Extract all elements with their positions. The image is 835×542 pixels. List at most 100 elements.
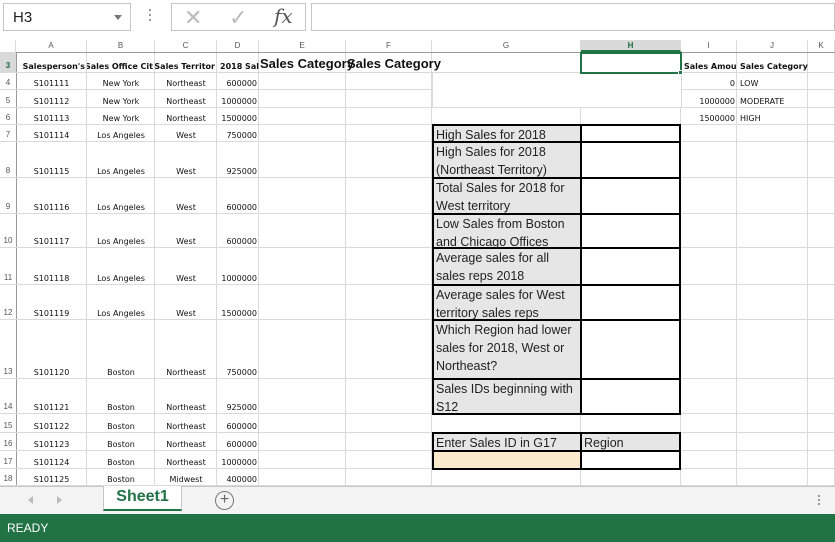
header-sales-territory[interactable]: Sales Territor [155,52,217,73]
insert-function-icon[interactable]: fx [274,4,293,28]
cell-sales-id[interactable]: S101120 [16,320,87,379]
selected-cell[interactable] [580,52,682,74]
answer-cell[interactable] [580,378,681,415]
row-header-16[interactable]: 16 [0,433,16,451]
answer-cell[interactable] [580,247,681,286]
cell-lookup-category[interactable]: MODERATE [737,90,808,108]
cell-office-city[interactable]: Boston [87,414,155,433]
row-header-13[interactable]: 13 [0,320,16,379]
cell-lookup-amount[interactable]: 0 [681,73,737,90]
column-header-d[interactable]: D [217,40,259,52]
cell-office-city[interactable]: New York [87,90,155,108]
cell-sales-amount[interactable]: 600000 [217,214,259,248]
answer-cell[interactable] [580,177,681,215]
cell-sales-id[interactable]: S101122 [16,414,87,433]
cell-office-city[interactable]: Los Angeles [87,178,155,214]
scroll-right-icon[interactable] [57,496,62,504]
cell-territory[interactable]: West [155,125,217,142]
cell-lookup-amount[interactable]: 1000000 [681,90,737,108]
sales-id-input[interactable] [432,450,582,470]
cell-office-city[interactable]: Boston [87,433,155,451]
column-header-g[interactable]: G [432,40,581,52]
row-header-15[interactable]: 15 [0,414,16,433]
cell-office-city[interactable]: Boston [87,469,155,486]
cell-territory[interactable]: Midwest [155,469,217,486]
cell-sales-id[interactable]: S101123 [16,433,87,451]
cell-office-city[interactable]: Boston [87,451,155,469]
answer-cell[interactable] [580,284,681,321]
row-header-3[interactable]: 3 [0,52,16,73]
row-header-5[interactable]: 5 [0,90,16,108]
column-header-c[interactable]: C [155,40,217,52]
cell-office-city[interactable]: Los Angeles [87,125,155,142]
cell-office-city[interactable]: New York [87,108,155,125]
cell-sales-id[interactable]: S101115 [16,142,87,178]
header-sales-amount[interactable]: Sales Amou [681,52,737,73]
chevron-down-icon[interactable] [114,15,122,20]
cell-territory[interactable]: Northeast [155,320,217,379]
row-header-10[interactable]: 10 [0,214,16,248]
cell-sales-id[interactable]: S101113 [16,108,87,125]
cell-sales-id[interactable]: S101125 [16,469,87,486]
cell-sales-id[interactable]: S101117 [16,214,87,248]
row-header-17[interactable]: 17 [0,451,16,469]
add-sheet-icon[interactable]: + [215,491,234,510]
column-header-j[interactable]: J [737,40,808,52]
spreadsheet-grid[interactable]: A B C D E F G H I J K 3 4 5 6 7 8 9 10 11 12 13 14 15 16 17 18 Sale… [0,40,835,486]
cell-sales-amount[interactable]: 1000000 [217,90,259,108]
row-header-9[interactable]: 9 [0,178,16,214]
row-header-11[interactable]: 11 [0,248,16,285]
row-header-14[interactable]: 14 [0,379,16,414]
row-header-12[interactable]: 12 [0,285,16,320]
cell-lookup-amount[interactable]: 1500000 [681,108,737,125]
header-sales-category-j[interactable]: Sales Category [737,52,808,73]
cell-sales-id[interactable]: S101124 [16,451,87,469]
cell-territory[interactable]: Northeast [155,90,217,108]
enter-icon[interactable]: ✓ [229,5,247,31]
more-options-icon[interactable] [149,9,151,25]
column-header-k[interactable]: K [808,40,835,52]
cell-territory[interactable]: West [155,178,217,214]
cancel-icon[interactable]: ✕ [184,5,202,31]
header-2018-sales[interactable]: 2018 Sal [217,52,259,73]
sheet-tab-sheet1[interactable]: Sheet1 [103,486,182,511]
cell-sales-amount[interactable]: 1000000 [217,451,259,469]
region-result[interactable] [580,450,681,470]
answer-cell[interactable] [580,319,681,380]
column-header-a[interactable]: A [16,40,87,52]
row-header-4[interactable]: 4 [0,73,16,90]
header-sales-category-e[interactable]: Sales Category [259,52,354,73]
row-header-18[interactable]: 18 [0,469,16,486]
column-header-b[interactable]: B [87,40,155,52]
cell-office-city[interactable]: Boston [87,379,155,414]
row-header-8[interactable]: 8 [0,142,16,178]
fill-handle[interactable] [678,70,683,75]
cell-territory[interactable]: West [155,248,217,285]
formula-input[interactable] [311,3,835,31]
cell-territory[interactable]: West [155,285,217,320]
header-sales-office-city[interactable]: Sales Office Cit [87,52,155,73]
cell-sales-amount[interactable]: 600000 [217,414,259,433]
answer-cell[interactable] [580,213,681,249]
cell-lookup-category[interactable]: LOW [737,73,808,90]
cell-sales-amount[interactable]: 600000 [217,178,259,214]
cell-office-city[interactable]: Boston [87,320,155,379]
cell-sales-amount[interactable]: 1500000 [217,108,259,125]
cell-territory[interactable]: Northeast [155,414,217,433]
cell-sales-amount[interactable]: 750000 [217,125,259,142]
cell-sales-id[interactable]: S101121 [16,379,87,414]
header-salesperson-id[interactable]: Salesperson's [16,52,87,73]
name-box[interactable]: H3 [3,3,131,31]
select-all-corner[interactable] [0,40,16,52]
cell-sales-amount[interactable]: 1500000 [217,285,259,320]
cell-sales-amount[interactable]: 750000 [217,320,259,379]
cell-territory[interactable]: Northeast [155,108,217,125]
cell-sales-id[interactable]: S101116 [16,178,87,214]
cell-office-city[interactable]: Los Angeles [87,142,155,178]
cell-territory[interactable]: Northeast [155,433,217,451]
answer-cell[interactable] [580,141,681,179]
cell-office-city[interactable]: Los Angeles [87,248,155,285]
cell-territory[interactable]: Northeast [155,451,217,469]
cell-sales-amount[interactable]: 925000 [217,142,259,178]
cell-office-city[interactable]: Los Angeles [87,214,155,248]
